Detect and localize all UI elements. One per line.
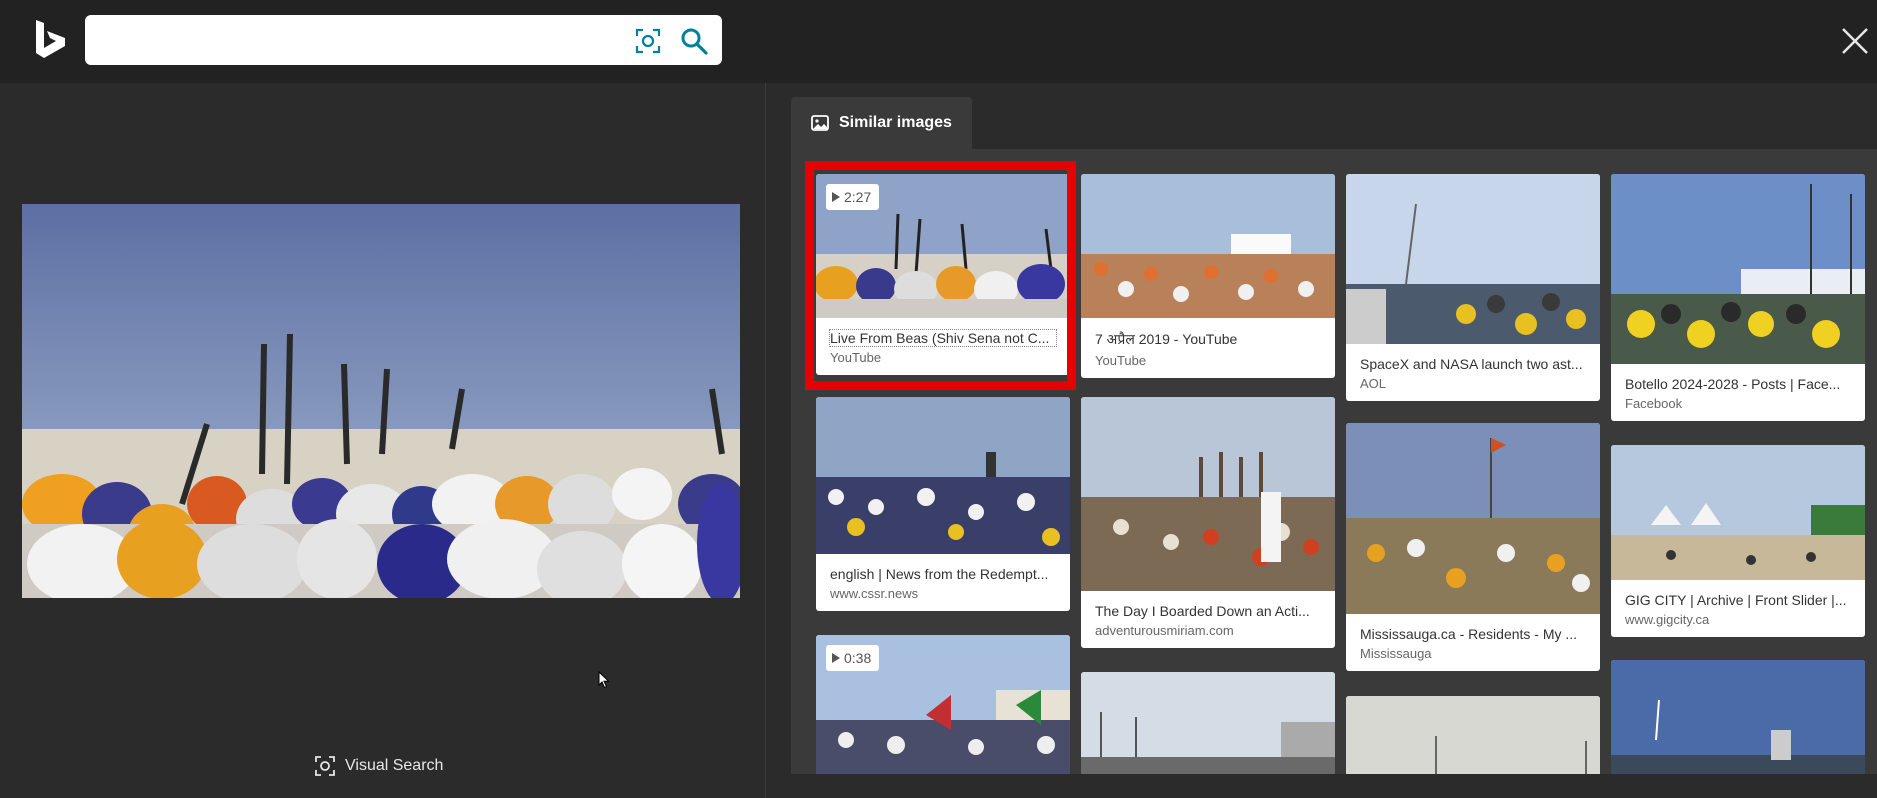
result-thumbnail: 2:27 bbox=[816, 174, 1070, 318]
result-title: Mississauga.ca - Residents - My ... bbox=[1360, 626, 1578, 642]
result-title: The Day I Boarded Down an Acti... bbox=[1095, 603, 1310, 619]
top-bar bbox=[0, 0, 1877, 83]
result-source: YouTube bbox=[830, 350, 882, 365]
camera-lens-icon bbox=[315, 756, 335, 776]
result-title: GIG CITY | Archive | Front Slider |... bbox=[1625, 592, 1847, 608]
preview-image[interactable] bbox=[22, 204, 740, 598]
bing-logo-icon[interactable] bbox=[34, 18, 68, 60]
result-card-7[interactable]: Mississauga.ca - Residents - My ... Miss… bbox=[1346, 423, 1600, 671]
result-thumbnail bbox=[1611, 445, 1865, 580]
result-thumbnail bbox=[816, 397, 1070, 554]
result-thumbnail bbox=[1346, 423, 1600, 614]
play-icon bbox=[832, 653, 840, 663]
mouse-cursor-icon bbox=[598, 671, 610, 689]
result-title: SpaceX and NASA launch two ast... bbox=[1360, 356, 1583, 372]
result-card-8[interactable]: GIG CITY | Archive | Front Slider |... w… bbox=[1611, 445, 1865, 637]
tab-similar-images-label: Similar images bbox=[839, 114, 952, 131]
result-source: Mississauga bbox=[1360, 646, 1432, 661]
close-x-icon[interactable] bbox=[1838, 24, 1872, 58]
result-thumbnail bbox=[1081, 397, 1335, 591]
result-thumbnail bbox=[1081, 672, 1335, 774]
search-input[interactable] bbox=[99, 25, 619, 55]
visual-search-label: Visual Search bbox=[345, 757, 444, 774]
preview-panel: Visual Search bbox=[0, 83, 765, 798]
result-source: AOL bbox=[1360, 376, 1387, 391]
visual-search-button[interactable]: Visual Search bbox=[314, 752, 443, 780]
result-card-3[interactable]: SpaceX and NASA launch two ast... AOL bbox=[1346, 174, 1600, 401]
tab-similar-images[interactable]: Similar images bbox=[791, 97, 972, 149]
result-thumbnail bbox=[1346, 696, 1600, 774]
result-thumbnail: 0:38 bbox=[816, 635, 1070, 774]
image-icon bbox=[811, 115, 829, 131]
play-icon bbox=[832, 192, 840, 202]
result-thumbnail bbox=[1346, 174, 1600, 344]
result-thumbnail bbox=[1611, 174, 1865, 364]
result-source: Facebook bbox=[1625, 396, 1683, 411]
results-panel: Similar images 2:27 Live From Beas (Shiv… bbox=[766, 83, 1877, 798]
result-card-9[interactable]: 0:38 bbox=[816, 635, 1070, 774]
crowd-photo bbox=[22, 204, 740, 598]
result-title: Live From Beas (Shiv Sena not C... bbox=[829, 329, 1057, 347]
magnifier-icon[interactable] bbox=[679, 26, 709, 56]
video-duration-badge: 0:38 bbox=[826, 645, 880, 671]
result-card-12[interactable] bbox=[1611, 660, 1865, 774]
result-source: adventurousmiriam.com bbox=[1095, 623, 1234, 638]
result-source: www.gigcity.ca bbox=[1625, 612, 1710, 627]
result-card-2[interactable]: 7 अप्रैल 2019 - YouTube YouTube bbox=[1081, 174, 1335, 378]
result-card-5[interactable]: english | News from the Redempt... www.c… bbox=[816, 397, 1070, 611]
result-card-4[interactable]: Botello 2024-2028 - Posts | Face... Face… bbox=[1611, 174, 1865, 421]
video-duration-badge: 2:27 bbox=[826, 184, 880, 210]
result-card-6[interactable]: The Day I Boarded Down an Acti... advent… bbox=[1081, 397, 1335, 648]
search-bar bbox=[85, 15, 722, 65]
result-card-1[interactable]: 2:27 Live From Beas (Shiv Sena not C... … bbox=[816, 174, 1070, 375]
result-title: english | News from the Redempt... bbox=[830, 566, 1049, 582]
result-card-10[interactable] bbox=[1081, 672, 1335, 774]
similar-images-grid: 2:27 Live From Beas (Shiv Sena not C... … bbox=[791, 149, 1877, 774]
camera-lens-icon[interactable] bbox=[634, 27, 662, 55]
result-title: 7 अप्रैल 2019 - YouTube bbox=[1095, 331, 1238, 347]
result-thumbnail bbox=[1081, 174, 1335, 318]
result-source: YouTube bbox=[1095, 353, 1147, 368]
result-source: www.cssr.news bbox=[830, 586, 919, 601]
result-title: Botello 2024-2028 - Posts | Face... bbox=[1625, 376, 1841, 392]
result-card-11[interactable] bbox=[1346, 696, 1600, 774]
result-thumbnail bbox=[1611, 660, 1865, 774]
